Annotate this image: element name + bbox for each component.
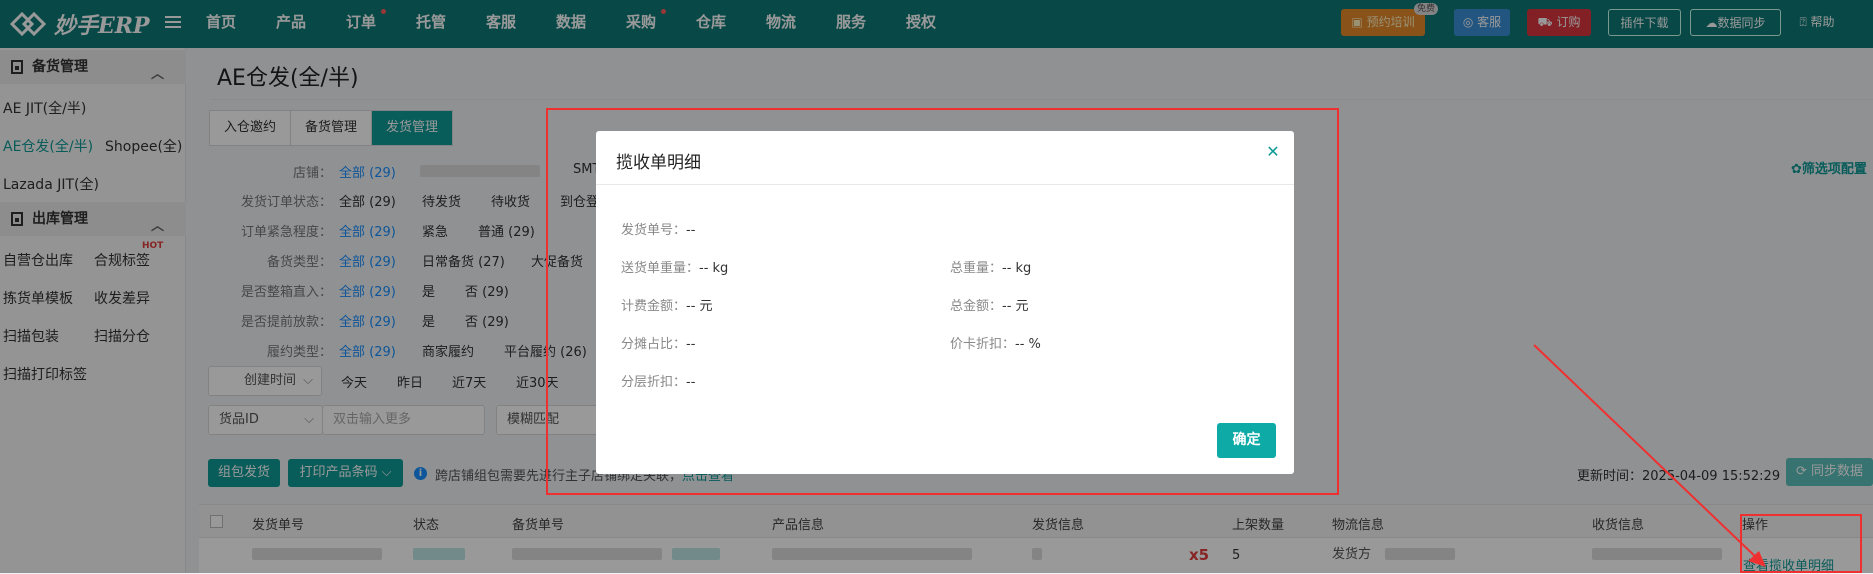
field-key: 总金额： — [950, 299, 1003, 314]
field-key: 总重量： — [950, 261, 1003, 276]
modal-title: 揽收单明细 — [616, 153, 701, 173]
divider — [596, 184, 1294, 185]
field-total-weight: 总重量：-- kg — [950, 257, 1031, 276]
field-total-amount: 总金额：-- 元 — [950, 295, 1029, 314]
field-price-discount: 价卡折扣：-- % — [950, 333, 1041, 352]
field-key: 分层折扣： — [621, 375, 687, 390]
field-key: 送货单重量： — [621, 261, 700, 276]
field-key: 计费金额： — [621, 299, 687, 314]
pickup-detail-modal: 揽收单明细 ✕ 发货单号：-- 送货单重量：-- kg 总重量：-- kg 计费… — [596, 131, 1294, 474]
field-key: 发货单号： — [621, 223, 687, 238]
field-ship-no: 发货单号：-- — [621, 219, 695, 238]
field-key: 价卡折扣： — [950, 337, 1016, 352]
field-tier-discount: 分层折扣：-- — [621, 371, 695, 390]
close-icon[interactable]: ✕ — [1264, 143, 1282, 161]
field-value: -- — [686, 223, 696, 238]
field-value: -- kg — [699, 261, 729, 276]
field-billing-amount: 计费金额：-- 元 — [621, 295, 713, 314]
field-value: -- % — [1015, 337, 1041, 352]
field-share-ratio: 分摊占比：-- — [621, 333, 695, 352]
confirm-button[interactable]: 确定 — [1217, 423, 1276, 458]
field-value: -- 元 — [1002, 299, 1029, 314]
field-value: -- kg — [1002, 261, 1032, 276]
field-key: 分摊占比： — [621, 337, 687, 352]
field-delivery-weight: 送货单重量：-- kg — [621, 257, 728, 276]
field-value: -- — [686, 337, 696, 352]
field-value: -- 元 — [686, 299, 713, 314]
field-value: -- — [686, 375, 696, 390]
